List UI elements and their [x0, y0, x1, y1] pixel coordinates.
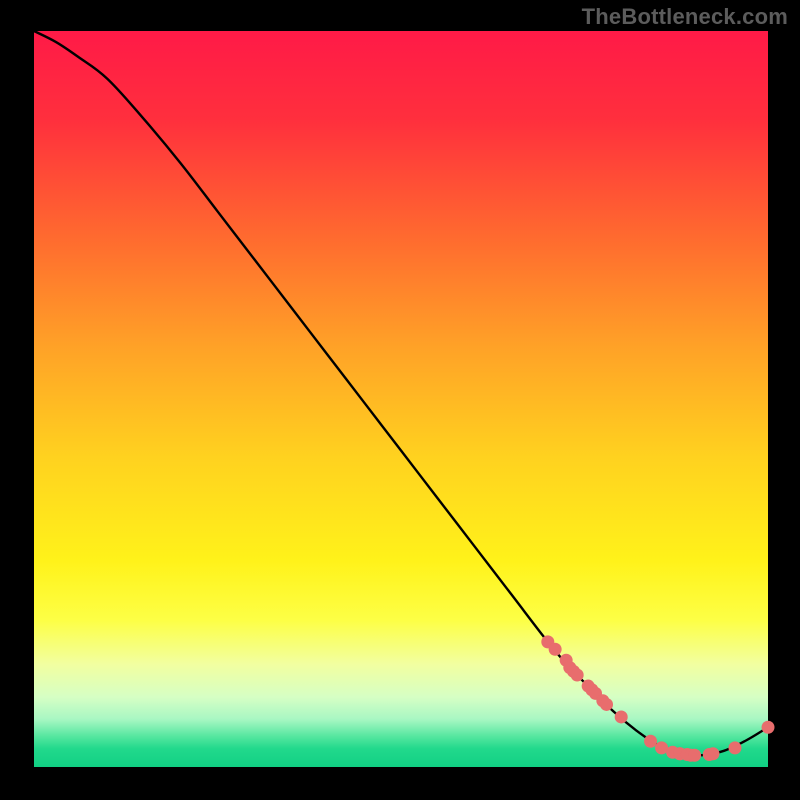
curve-dot	[706, 747, 719, 760]
watermark-label: TheBottleneck.com	[582, 4, 788, 30]
curve-dot	[615, 710, 628, 723]
chart-stage: { "watermark": "TheBottleneck.com", "plo…	[0, 0, 800, 800]
curve-dot	[549, 643, 562, 656]
bottleneck-chart	[0, 0, 800, 800]
gradient-background	[34, 31, 768, 767]
curve-dot	[762, 721, 775, 734]
curve-dot	[571, 669, 584, 682]
curve-dot	[644, 735, 657, 748]
curve-dot	[688, 749, 701, 762]
curve-dot	[728, 741, 741, 754]
curve-dot	[600, 698, 613, 711]
